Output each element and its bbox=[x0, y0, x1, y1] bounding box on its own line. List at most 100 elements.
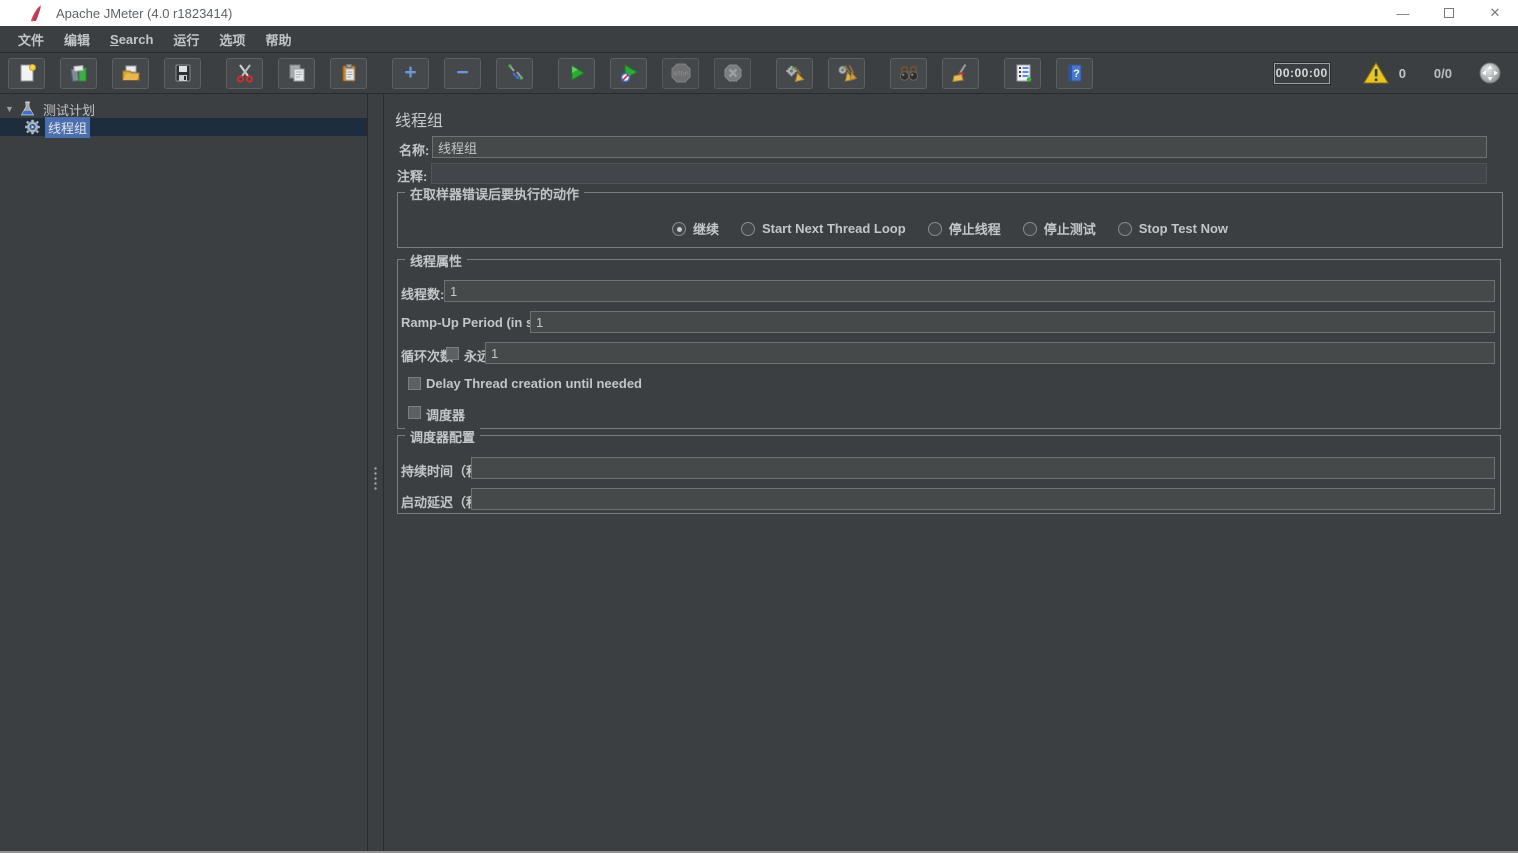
help-button[interactable]: ? bbox=[1056, 58, 1093, 89]
scheduler-label: 调度器 bbox=[426, 405, 465, 424]
green-play-icon bbox=[567, 63, 587, 83]
clear-all-button[interactable] bbox=[828, 58, 865, 89]
copy-icon bbox=[287, 63, 307, 83]
open-button[interactable] bbox=[112, 58, 149, 89]
play-no-timers-icon bbox=[619, 63, 639, 83]
radio-stop-test[interactable]: 停止测试 bbox=[1023, 219, 1096, 238]
thread-properties-group: 线程属性 线程数: Ramp-Up Period (in seconds): 循… bbox=[397, 259, 1501, 429]
notebook-icon bbox=[1013, 63, 1033, 83]
active-thread-ratio: 0/0 bbox=[1434, 66, 1452, 81]
startup-delay-input[interactable] bbox=[471, 488, 1495, 510]
open-folder-icon bbox=[121, 63, 141, 83]
toolbar: + − STOP bbox=[0, 53, 1518, 94]
window-title: Apache JMeter (4.0 r1823414) bbox=[56, 6, 232, 21]
radio-start-next-thread-loop[interactable]: Start Next Thread Loop bbox=[741, 221, 906, 236]
minus-icon: − bbox=[456, 63, 468, 83]
thread-group-gear-icon bbox=[24, 119, 41, 135]
warning-triangle-icon[interactable] bbox=[1362, 61, 1390, 85]
comment-input[interactable] bbox=[431, 163, 1487, 184]
collapse-remove-button[interactable]: − bbox=[444, 58, 481, 89]
forever-checkbox[interactable] bbox=[446, 347, 459, 360]
menu-file[interactable]: 文件 bbox=[8, 30, 54, 49]
paste-button[interactable] bbox=[330, 58, 367, 89]
tree-item-label[interactable]: 线程组 bbox=[45, 117, 90, 138]
loop-count-input[interactable] bbox=[485, 342, 1495, 364]
panel-splitter[interactable] bbox=[368, 94, 384, 851]
menu-edit[interactable]: 编辑 bbox=[54, 30, 100, 49]
radio-icon[interactable] bbox=[1023, 222, 1037, 236]
title-bar: Apache JMeter (4.0 r1823414) — ✕ bbox=[0, 0, 1518, 26]
shutdown-button bbox=[714, 58, 751, 89]
delay-thread-creation-label: Delay Thread creation until needed bbox=[426, 376, 642, 391]
sampler-error-action-group: 在取样器错误后要执行的动作 继续 Start Next Thread Loop … bbox=[397, 192, 1503, 248]
thread-group-config-panel: 线程组 名称: 注释: 在取样器错误后要执行的动作 继续 Start Next … bbox=[384, 94, 1518, 851]
scheduler-checkbox[interactable] bbox=[408, 406, 421, 419]
binoculars-icon bbox=[898, 63, 920, 83]
maximize-button[interactable] bbox=[1426, 0, 1472, 26]
radio-continue[interactable]: 继续 bbox=[672, 219, 719, 238]
shutdown-octagon-icon bbox=[723, 63, 743, 83]
radio-icon[interactable] bbox=[1118, 222, 1132, 236]
start-button[interactable] bbox=[558, 58, 595, 89]
expand-add-button[interactable]: + bbox=[392, 58, 429, 89]
toggle-arrows-icon bbox=[505, 63, 525, 83]
templates-icon bbox=[69, 63, 89, 83]
radio-stop-test-now[interactable]: Stop Test Now bbox=[1118, 221, 1228, 236]
broom-icon bbox=[951, 63, 971, 83]
maximize-icon bbox=[1444, 8, 1454, 18]
clipboard-paste-icon bbox=[339, 63, 359, 83]
save-button[interactable] bbox=[164, 58, 201, 89]
name-input[interactable] bbox=[432, 136, 1487, 158]
test-plan-tree: 测试计划 线程组 bbox=[0, 94, 368, 851]
content-area: 测试计划 线程组 线程组 名称: 注释: bbox=[0, 94, 1518, 851]
start-no-timers-button[interactable] bbox=[610, 58, 647, 89]
page-title: 线程组 bbox=[395, 107, 443, 131]
close-button[interactable]: ✕ bbox=[1472, 0, 1518, 26]
menu-options[interactable]: 选项 bbox=[209, 30, 255, 49]
toolbar-status-cluster: 00:00:00 0 0/0 bbox=[1274, 61, 1518, 85]
delay-thread-creation-checkbox[interactable] bbox=[408, 377, 421, 390]
scheduler-config-title: 调度器配置 bbox=[405, 427, 480, 446]
gears-brooms-icon bbox=[837, 63, 857, 83]
radio-stop-thread[interactable]: 停止线程 bbox=[928, 219, 1001, 238]
cut-button[interactable] bbox=[226, 58, 263, 89]
remote-status-sphere-icon bbox=[1478, 61, 1502, 85]
stop-label: STOP bbox=[673, 72, 688, 78]
search-reset-button[interactable] bbox=[942, 58, 979, 89]
plus-icon: + bbox=[404, 63, 416, 83]
threads-input[interactable] bbox=[444, 280, 1495, 302]
scheduler-config-group: 调度器配置 持续时间（秒） 启动延迟（秒） bbox=[397, 435, 1501, 514]
threads-label: 线程数: bbox=[401, 284, 444, 303]
stop-sign-icon: STOP bbox=[670, 62, 692, 84]
templates-button[interactable] bbox=[60, 58, 97, 89]
copy-button[interactable] bbox=[278, 58, 315, 89]
clear-button[interactable] bbox=[776, 58, 813, 89]
help-book-icon: ? bbox=[1065, 63, 1085, 83]
minimize-button[interactable]: — bbox=[1380, 0, 1426, 26]
radio-icon[interactable] bbox=[741, 222, 755, 236]
function-helper-button[interactable] bbox=[1004, 58, 1041, 89]
svg-text:?: ? bbox=[1073, 68, 1080, 80]
splitter-grip-icon[interactable] bbox=[373, 466, 378, 492]
test-plan-flask-icon bbox=[19, 101, 36, 117]
menu-search[interactable]: Search bbox=[100, 32, 163, 47]
jmeter-feather-icon bbox=[28, 4, 44, 22]
menu-run[interactable]: 运行 bbox=[163, 30, 209, 49]
name-label: 名称: bbox=[399, 140, 429, 159]
search-button[interactable] bbox=[890, 58, 927, 89]
radio-icon[interactable] bbox=[672, 222, 686, 236]
tree-item-thread-group[interactable]: 线程组 bbox=[0, 118, 367, 136]
menu-help[interactable]: 帮助 bbox=[255, 30, 301, 49]
new-test-plan-button[interactable] bbox=[8, 58, 45, 89]
test-duration-timer: 00:00:00 bbox=[1274, 63, 1330, 84]
toggle-button[interactable] bbox=[496, 58, 533, 89]
rampup-input[interactable] bbox=[530, 311, 1495, 333]
stop-button: STOP bbox=[662, 58, 699, 89]
gear-broom-icon bbox=[785, 63, 805, 83]
sampler-error-action-title: 在取样器错误后要执行的动作 bbox=[405, 184, 584, 203]
tree-expand-caret-icon[interactable] bbox=[5, 104, 17, 114]
tree-item-test-plan[interactable]: 测试计划 bbox=[0, 100, 367, 118]
menu-bar: 文件 编辑 Search 运行 选项 帮助 bbox=[0, 26, 1518, 53]
duration-input[interactable] bbox=[471, 457, 1495, 479]
radio-icon[interactable] bbox=[928, 222, 942, 236]
